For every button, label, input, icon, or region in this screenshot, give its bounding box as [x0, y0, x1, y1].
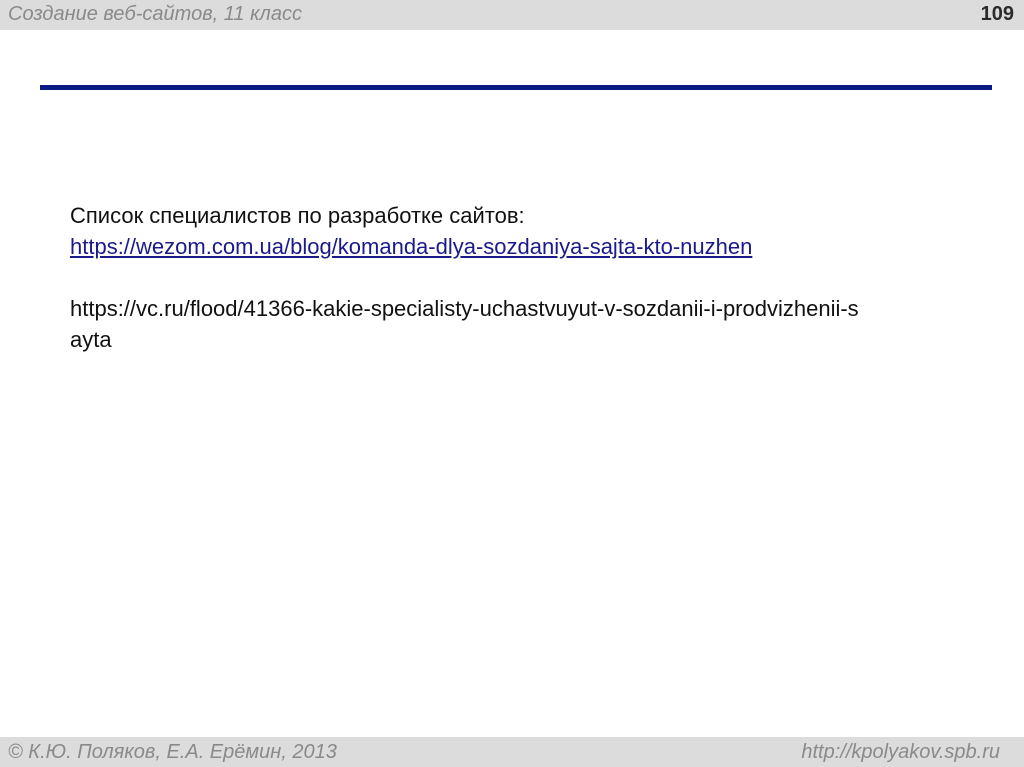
footer-bar: © К.Ю. Поляков, Е.А. Ерёмин, 2013 http:/… — [0, 737, 1024, 767]
header-bar: Создание веб-сайтов, 11 класс 109 — [0, 0, 1024, 30]
title-divider — [40, 85, 992, 90]
content-heading: Список специалистов по разработке сайтов… — [70, 203, 525, 228]
page-number: 109 — [980, 3, 1014, 25]
slide: Создание веб-сайтов, 11 класс 109 Список… — [0, 0, 1024, 767]
footer-copyright: © К.Ю. Поляков, Е.А. Ерёмин, 2013 — [8, 741, 337, 763]
header-title: Создание веб-сайтов, 11 класс — [8, 3, 302, 25]
vc-url-text: https://vc.ru/flood/41366-kakie-speciali… — [70, 296, 859, 352]
footer-site: http://kpolyakov.spb.ru — [801, 741, 1000, 763]
slide-content: Список специалистов по разработке сайтов… — [70, 200, 970, 355]
wezom-link[interactable]: https://wezom.com.ua/blog/komanda-dlya-s… — [70, 231, 970, 262]
